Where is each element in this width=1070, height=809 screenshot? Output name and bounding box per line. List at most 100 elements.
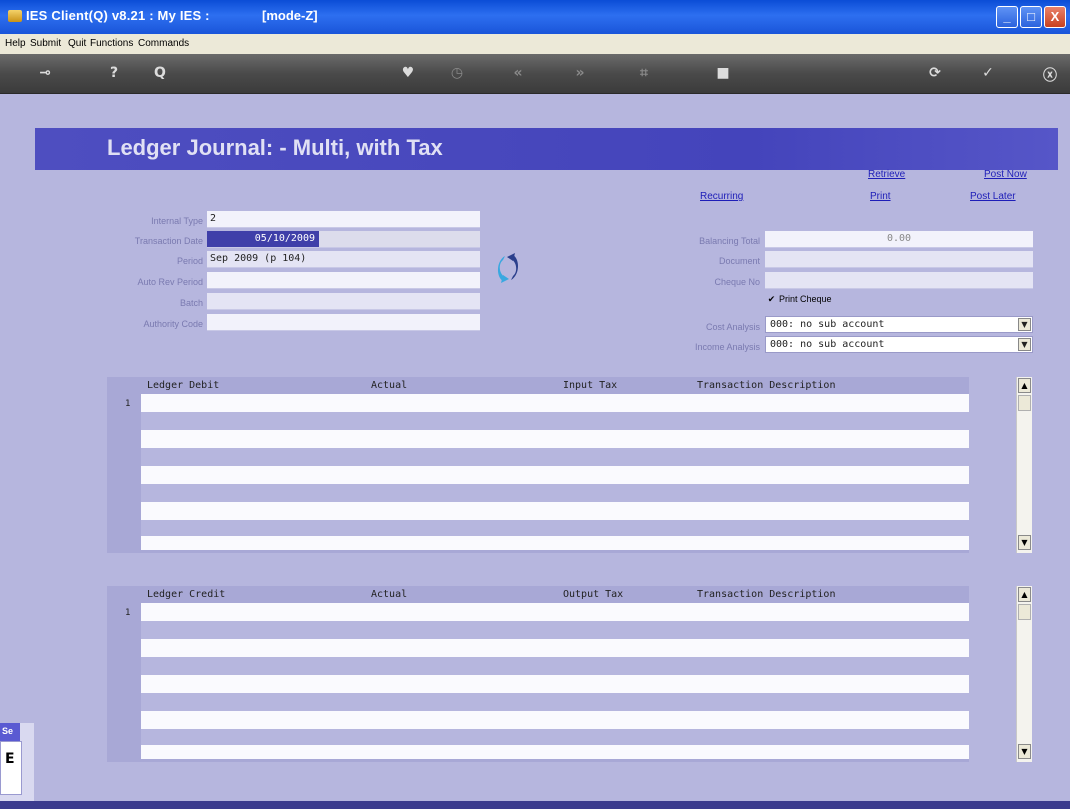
close-button[interactable]: X	[1044, 6, 1066, 28]
internal-type-field[interactable]: 2	[207, 211, 480, 228]
refresh-icon[interactable]: ⟳	[925, 65, 945, 83]
status-bar	[0, 801, 1070, 809]
table-row[interactable]	[141, 466, 969, 484]
row-number: 1	[125, 608, 131, 618]
income-analysis-label: Income Analysis	[694, 342, 760, 352]
cost-analysis-value: 000: no sub account	[770, 319, 885, 330]
scroll-down-icon[interactable]: ▼	[1018, 535, 1031, 550]
credit-grid: Ledger Credit Actual Output Tax Transact…	[107, 586, 969, 762]
menu-bar: Help Submit Quit Functions Commands	[0, 34, 1070, 54]
col-ledger-debit: Ledger Debit	[147, 380, 220, 391]
income-analysis-value: 000: no sub account	[770, 339, 885, 350]
period-field[interactable]: Sep 2009 (p 104)	[207, 251, 480, 268]
credit-scrollbar[interactable]: ▲ ▼	[1016, 586, 1032, 762]
scroll-up-icon[interactable]: ▲	[1018, 587, 1031, 602]
table-row[interactable]	[141, 745, 969, 759]
scroll-thumb[interactable]	[1018, 604, 1031, 620]
side-panel[interactable]: Se E	[0, 723, 34, 809]
print-cheque-checkbox[interactable]: ✔ Print Cheque	[767, 294, 832, 304]
toolbar: ⊸ ? Q ♥ ◷ « » ⌗ ■ ⟳ ✓ ⓧ	[0, 54, 1070, 94]
help-icon[interactable]: ?	[104, 65, 124, 83]
batch-label: Batch	[179, 298, 203, 308]
table-row[interactable]	[141, 711, 969, 729]
table-row[interactable]	[141, 484, 969, 502]
table-row[interactable]	[141, 536, 969, 550]
scroll-down-icon[interactable]: ▼	[1018, 744, 1031, 759]
menu-quit[interactable]: Quit	[68, 38, 86, 49]
maximize-button[interactable]: □	[1020, 6, 1042, 28]
app-icon	[8, 10, 22, 22]
row-gutter: 1	[107, 602, 141, 762]
table-row[interactable]	[141, 394, 969, 412]
auto-rev-period-label: Auto Rev Period	[137, 277, 203, 287]
table-row[interactable]	[141, 430, 969, 448]
side-panel-tab[interactable]: Se	[0, 723, 20, 741]
table-row[interactable]	[141, 448, 969, 466]
authority-code-label: Authority Code	[143, 319, 203, 329]
col-input-tax: Input Tax	[563, 380, 618, 391]
col-ledger-credit: Ledger Credit	[147, 589, 226, 600]
table-row[interactable]	[141, 675, 969, 693]
app-window: IES Client(Q) v8.21 : My IES : [mode-Z] …	[0, 0, 1070, 809]
stop-icon[interactable]: ■	[713, 65, 733, 83]
col-transaction-description: Transaction Description	[697, 380, 836, 391]
table-row[interactable]	[141, 621, 969, 639]
chevron-down-icon[interactable]: ▼	[1018, 338, 1031, 351]
income-analysis-select[interactable]: 000: no sub account ▼	[765, 336, 1033, 353]
cheque-no-field[interactable]	[765, 272, 1033, 289]
authority-code-field[interactable]	[207, 314, 480, 331]
credit-grid-header: Ledger Credit Actual Output Tax Transact…	[107, 586, 969, 602]
scroll-up-icon[interactable]: ▲	[1018, 378, 1031, 393]
window-title: IES Client(Q) v8.21 : My IES :	[26, 8, 210, 23]
cheque-no-label: Cheque No	[714, 277, 760, 287]
exit-icon[interactable]: ⓧ	[1040, 65, 1060, 84]
row-gutter: 1	[107, 393, 141, 553]
menu-functions[interactable]: Functions	[90, 38, 133, 49]
transaction-date-field[interactable]: 05/10/2009	[207, 231, 480, 248]
post-now-link[interactable]: Post Now	[984, 169, 1027, 180]
print-link[interactable]: Print	[870, 191, 891, 202]
table-row[interactable]	[141, 603, 969, 621]
checkbox-check-icon: ✔	[767, 294, 776, 304]
col-transaction-description: Transaction Description	[697, 589, 836, 600]
auto-rev-period-field[interactable]	[207, 272, 480, 289]
table-row[interactable]	[141, 657, 969, 675]
debit-scrollbar[interactable]: ▲ ▼	[1016, 377, 1032, 553]
debit-grid-header: Ledger Debit Actual Input Tax Transactio…	[107, 377, 969, 393]
col-output-tax: Output Tax	[563, 589, 624, 600]
table-row[interactable]	[141, 412, 969, 430]
heart-icon[interactable]: ♥	[398, 65, 418, 83]
print-cheque-label: Print Cheque	[779, 294, 832, 304]
key-icon[interactable]: ⊸	[30, 65, 60, 83]
page-title: Ledger Journal: - Multi, with Tax	[107, 135, 443, 160]
table-row[interactable]	[141, 639, 969, 657]
retrieve-link[interactable]: Retrieve	[868, 169, 905, 180]
menu-help[interactable]: Help	[5, 38, 26, 49]
table-row[interactable]	[141, 502, 969, 520]
minimize-button[interactable]: _	[996, 6, 1018, 28]
cost-analysis-label: Cost Analysis	[705, 322, 760, 332]
col-actual: Actual	[371, 589, 408, 600]
clock-icon[interactable]: ◷	[447, 65, 467, 83]
recurring-link[interactable]: Recurring	[700, 191, 743, 202]
search-icon[interactable]: Q	[150, 65, 170, 83]
page-header: Ledger Journal: - Multi, with Tax	[35, 128, 1058, 170]
ok-icon[interactable]: ✓	[978, 65, 998, 83]
post-later-link[interactable]: Post Later	[970, 191, 1016, 202]
last-icon[interactable]: »	[570, 65, 590, 83]
document-field[interactable]	[765, 251, 1033, 268]
title-bar: IES Client(Q) v8.21 : My IES : [mode-Z] …	[0, 0, 1070, 34]
col-actual: Actual	[371, 380, 408, 391]
cost-analysis-select[interactable]: 000: no sub account ▼	[765, 316, 1033, 333]
period-label: Period	[176, 256, 203, 266]
menu-submit[interactable]: Submit	[30, 38, 61, 49]
tools-icon[interactable]: ⌗	[634, 65, 654, 83]
menu-commands[interactable]: Commands	[138, 38, 189, 49]
scroll-thumb[interactable]	[1018, 395, 1031, 411]
refresh-icon[interactable]	[493, 251, 523, 285]
side-panel-body: E	[0, 741, 22, 795]
first-icon[interactable]: «	[508, 65, 528, 83]
table-row[interactable]	[141, 693, 969, 711]
batch-field[interactable]	[207, 293, 480, 310]
chevron-down-icon[interactable]: ▼	[1018, 318, 1031, 331]
